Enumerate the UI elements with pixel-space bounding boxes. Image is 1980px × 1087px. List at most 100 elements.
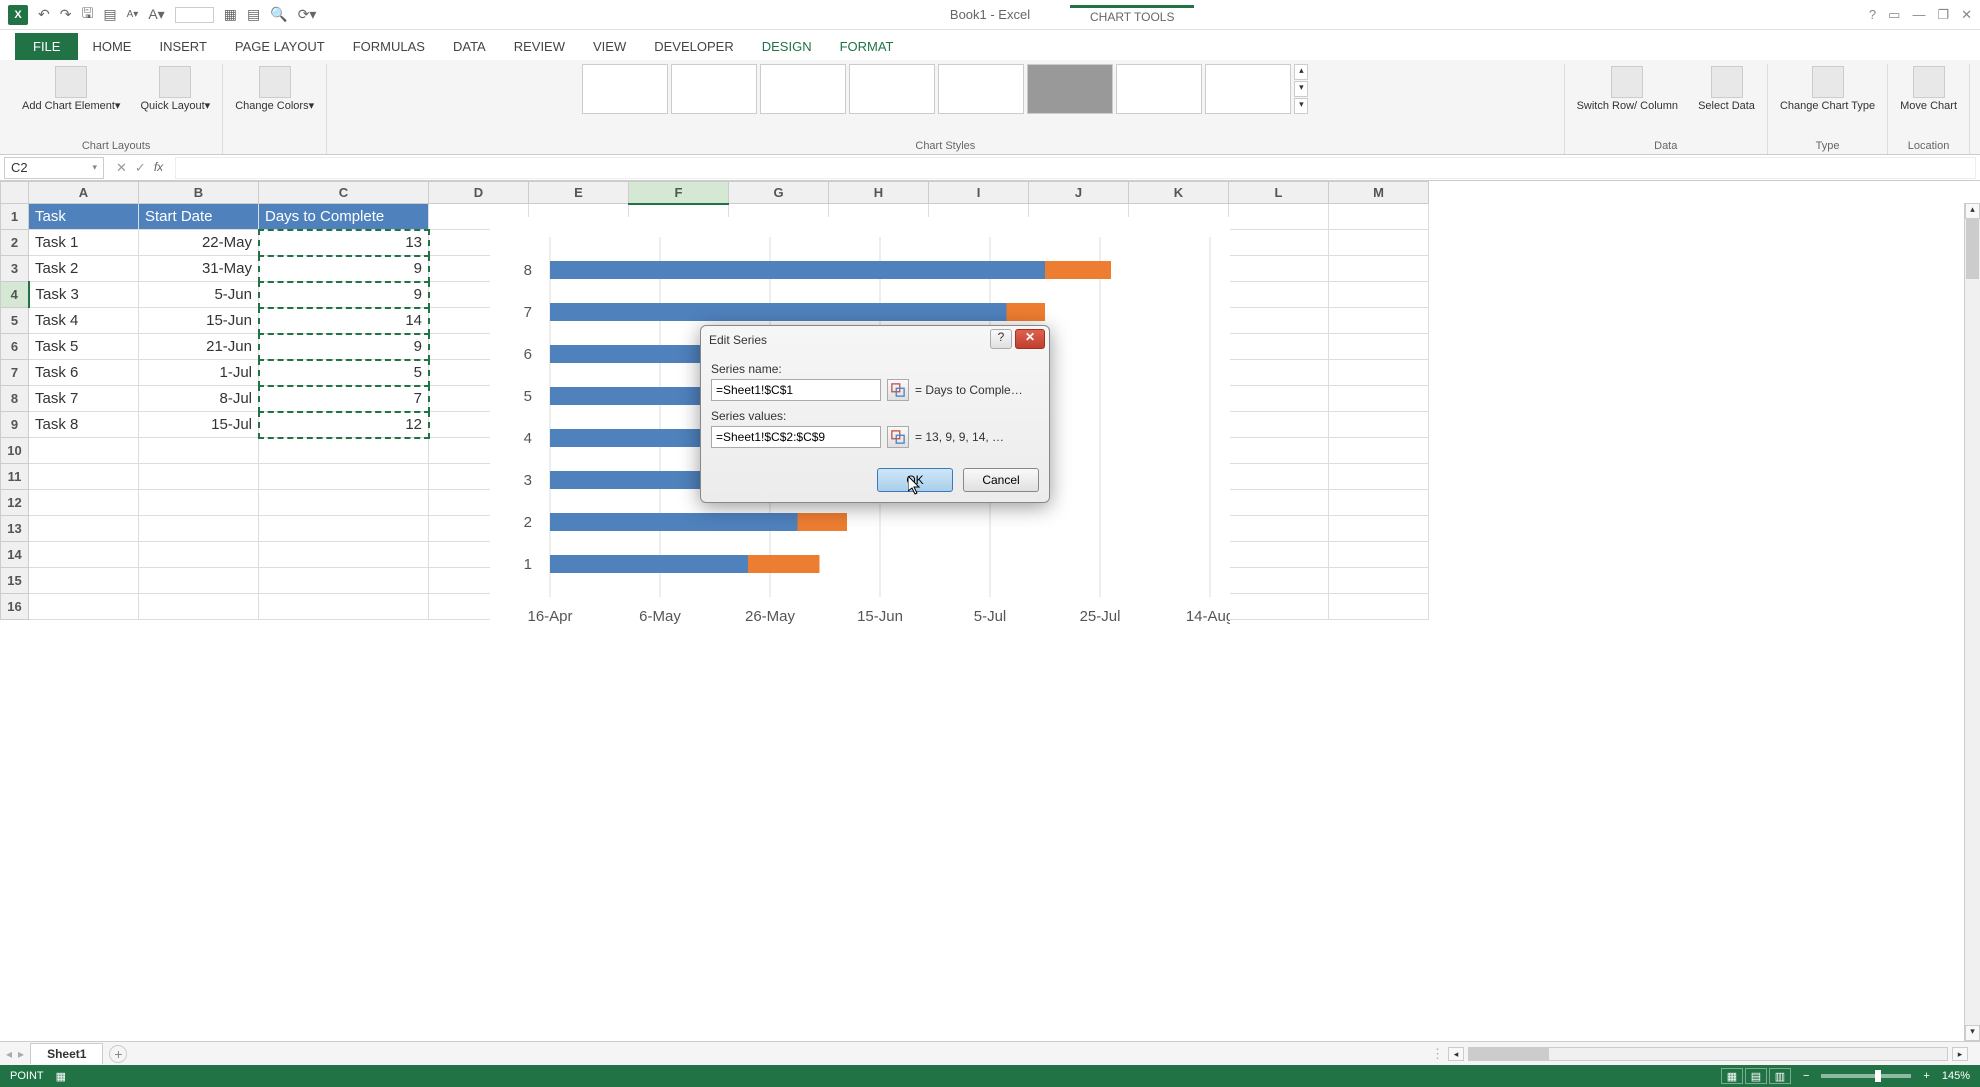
gallery-up[interactable]: ▴	[1294, 64, 1308, 80]
cell-B4[interactable]: 5-Jun	[139, 282, 259, 308]
dialog-close-button[interactable]: ✕	[1015, 329, 1045, 349]
col-header-F[interactable]: F	[629, 182, 729, 204]
add-sheet-button[interactable]: +	[109, 1045, 127, 1063]
cell-L9[interactable]	[1229, 412, 1329, 438]
cell-C7[interactable]: 5	[259, 360, 429, 386]
cell-B5[interactable]: 15-Jun	[139, 308, 259, 334]
cell-L6[interactable]	[1229, 334, 1329, 360]
save-button[interactable]: 🖫	[81, 3, 93, 27]
chart-style-3[interactable]	[760, 64, 846, 114]
cell-A16[interactable]	[29, 594, 139, 620]
row-header-9[interactable]: 9	[1, 412, 29, 438]
row-header-5[interactable]: 5	[1, 308, 29, 334]
cell-B13[interactable]	[139, 516, 259, 542]
tab-review[interactable]: REVIEW	[500, 33, 579, 60]
cell-M2[interactable]	[1329, 230, 1429, 256]
row-header-16[interactable]: 16	[1, 594, 29, 620]
col-header-C[interactable]: C	[259, 182, 429, 204]
qat-dropdown[interactable]	[175, 7, 214, 23]
row-header-15[interactable]: 15	[1, 568, 29, 594]
move-chart-button[interactable]: Move Chart	[1896, 64, 1961, 115]
chart-style-1[interactable]	[582, 64, 668, 114]
cell-M14[interactable]	[1329, 542, 1429, 568]
cell-A7[interactable]: Task 6	[29, 360, 139, 386]
cell-M6[interactable]	[1329, 334, 1429, 360]
change-colors-button[interactable]: Change Colors▾	[231, 64, 318, 115]
cell-L15[interactable]	[1229, 568, 1329, 594]
hscroll-left[interactable]: ◂	[1448, 1047, 1464, 1061]
cell-B11[interactable]	[139, 464, 259, 490]
qat-btn-1[interactable]: ▤	[103, 6, 116, 23]
select-data-button[interactable]: Select Data	[1694, 64, 1759, 115]
row-header-11[interactable]: 11	[1, 464, 29, 490]
gallery-more[interactable]: ▾	[1294, 98, 1308, 114]
cell-L7[interactable]	[1229, 360, 1329, 386]
cell-M9[interactable]	[1329, 412, 1429, 438]
cell-C11[interactable]	[259, 464, 429, 490]
cell-M10[interactable]	[1329, 438, 1429, 464]
select-all-corner[interactable]	[1, 182, 29, 204]
vertical-scrollbar[interactable]: ▴ ▾	[1964, 203, 1980, 1041]
cell-B2[interactable]: 22-May	[139, 230, 259, 256]
qat-btn-5[interactable]: ⟳▾	[298, 6, 317, 23]
scroll-thumb[interactable]	[1966, 219, 1979, 279]
row-header-7[interactable]: 7	[1, 360, 29, 386]
quick-layout-button[interactable]: Quick Layout▾	[136, 64, 214, 115]
cancel-button[interactable]: Cancel	[963, 468, 1039, 492]
series-values-input[interactable]	[711, 426, 881, 448]
col-header-G[interactable]: G	[729, 182, 829, 204]
cell-M15[interactable]	[1329, 568, 1429, 594]
cell-M16[interactable]	[1329, 594, 1429, 620]
cell-M11[interactable]	[1329, 464, 1429, 490]
cell-M12[interactable]	[1329, 490, 1429, 516]
cell-A10[interactable]	[29, 438, 139, 464]
col-header-I[interactable]: I	[929, 182, 1029, 204]
cell-B7[interactable]: 1-Jul	[139, 360, 259, 386]
chart-style-5[interactable]	[938, 64, 1024, 114]
cell-B6[interactable]: 21-Jun	[139, 334, 259, 360]
col-header-D[interactable]: D	[429, 182, 529, 204]
scroll-up-button[interactable]: ▴	[1965, 203, 1980, 219]
cell-B10[interactable]	[139, 438, 259, 464]
row-header-6[interactable]: 6	[1, 334, 29, 360]
row-header-13[interactable]: 13	[1, 516, 29, 542]
cell-A15[interactable]	[29, 568, 139, 594]
cell-L1[interactable]	[1229, 204, 1329, 230]
tab-design[interactable]: DESIGN	[748, 33, 826, 60]
qat-btn-3[interactable]: ▤	[247, 6, 260, 23]
cell-B1[interactable]: Start Date	[139, 204, 259, 230]
horizontal-scrollbar[interactable]	[1468, 1047, 1948, 1061]
tab-data[interactable]: DATA	[439, 33, 500, 60]
row-header-14[interactable]: 14	[1, 542, 29, 568]
chart-style-7[interactable]	[1116, 64, 1202, 114]
row-header-10[interactable]: 10	[1, 438, 29, 464]
cell-L8[interactable]	[1229, 386, 1329, 412]
tab-developer[interactable]: DEVELOPER	[640, 33, 747, 60]
cell-A8[interactable]: Task 7	[29, 386, 139, 412]
enter-formula-icon[interactable]: ✓	[135, 160, 146, 176]
normal-view-button[interactable]: ▦	[1721, 1068, 1743, 1084]
row-header-1[interactable]: 1	[1, 204, 29, 230]
chart-object[interactable]: 16-Apr6-May26-May15-Jun5-Jul25-Jul14-Aug…	[490, 217, 1230, 647]
row-header-12[interactable]: 12	[1, 490, 29, 516]
cell-B15[interactable]	[139, 568, 259, 594]
cell-B14[interactable]	[139, 542, 259, 568]
tab-insert[interactable]: INSERT	[145, 33, 220, 60]
cell-L12[interactable]	[1229, 490, 1329, 516]
gallery-down[interactable]: ▾	[1294, 81, 1308, 97]
cell-L3[interactable]	[1229, 256, 1329, 282]
tab-home[interactable]: HOME	[78, 33, 145, 60]
page-break-view-button[interactable]: ▥	[1769, 1068, 1791, 1084]
cell-M7[interactable]	[1329, 360, 1429, 386]
cell-C1[interactable]: Days to Complete	[259, 204, 429, 230]
cell-C14[interactable]	[259, 542, 429, 568]
cell-B8[interactable]: 8-Jul	[139, 386, 259, 412]
cell-A12[interactable]	[29, 490, 139, 516]
cell-B9[interactable]: 15-Jul	[139, 412, 259, 438]
cell-C2[interactable]: 13	[259, 230, 429, 256]
cell-B12[interactable]	[139, 490, 259, 516]
tab-format[interactable]: FORMAT	[826, 33, 908, 60]
chart-style-8[interactable]	[1205, 64, 1291, 114]
cell-A9[interactable]: Task 8	[29, 412, 139, 438]
formula-bar[interactable]	[175, 157, 1976, 179]
